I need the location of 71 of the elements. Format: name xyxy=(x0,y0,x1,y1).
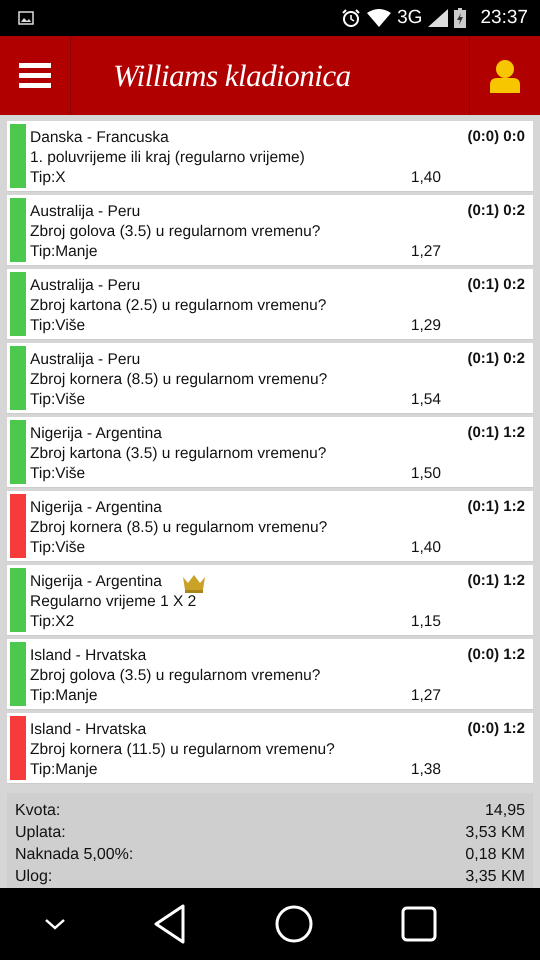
match-name: Australija - Peru xyxy=(30,276,140,296)
summary-label: Kvota: xyxy=(15,801,60,821)
score: (0:1) 1:2 xyxy=(467,498,525,515)
tip: Tip:X2 xyxy=(30,612,74,632)
score: (0:1) 1:2 xyxy=(467,572,525,589)
summary-value: 3,35 KM xyxy=(465,867,525,887)
market-name: Zbroj kornera (11.5) u regularnom vremenu? xyxy=(30,741,335,758)
market-name: Zbroj golova (3.5) u regularnom vremenu? xyxy=(30,667,320,684)
match-name: Australija - Peru xyxy=(30,202,140,222)
match-name: Nigerija - Argentina xyxy=(30,498,162,518)
odds: 1,40 xyxy=(410,538,441,558)
tip: Tip:Više xyxy=(30,390,86,410)
tip: Tip:Manje xyxy=(30,686,98,706)
recents-icon xyxy=(400,906,436,942)
match-name: Danska - Francuska xyxy=(30,128,169,148)
back-button[interactable] xyxy=(152,904,186,944)
score: (0:0) 0:0 xyxy=(467,128,525,145)
menu-icon xyxy=(19,62,51,88)
tip: Tip:Više xyxy=(30,464,86,484)
match-name: Nigerija - Argentina xyxy=(30,424,162,444)
odds: 1,38 xyxy=(410,760,441,780)
score: (0:1) 0:2 xyxy=(467,350,525,367)
match-name: Australija - Peru xyxy=(30,350,140,370)
clock: 23:37 xyxy=(480,7,528,29)
odds: 1,27 xyxy=(410,686,441,706)
network-type: 3G xyxy=(397,7,422,29)
hide-keyboard-button[interactable] xyxy=(44,917,66,931)
wifi-icon xyxy=(367,9,392,27)
match-name: Island - Hrvatska xyxy=(30,646,146,666)
score: (0:1) 0:2 xyxy=(467,202,525,219)
summary-value: 0,18 KM xyxy=(465,845,525,865)
tip: Tip:Više xyxy=(30,538,86,558)
summary-label: Uplata: xyxy=(15,823,66,843)
market-name: Zbroj kartona (3.5) u regularnom vremenu? xyxy=(30,445,326,462)
home-icon xyxy=(274,904,314,944)
odds: 1,40 xyxy=(410,168,441,188)
market-name: Zbroj kartona (2.5) u regularnom vremenu? xyxy=(30,297,326,314)
tip: Tip:Više xyxy=(30,316,86,336)
back-icon xyxy=(152,904,186,944)
image-icon xyxy=(18,11,34,25)
score: (0:1) 1:2 xyxy=(467,424,525,441)
chevron-down-icon xyxy=(44,917,66,931)
tip: Tip:X xyxy=(30,168,66,188)
summary-label: Naknada 5,00%: xyxy=(15,845,134,865)
summary-label: Ulog: xyxy=(15,867,52,887)
user-icon xyxy=(489,58,521,92)
match-name: Island - Hrvatska xyxy=(30,720,146,740)
score: (0:1) 0:2 xyxy=(467,276,525,293)
market-name: Zbroj kornera (8.5) u regularnom vremenu? xyxy=(30,371,328,388)
odds: 1,27 xyxy=(410,242,441,262)
odds: 1,15 xyxy=(410,612,441,632)
odds: 1,29 xyxy=(410,316,441,336)
score: (0:0) 1:2 xyxy=(467,720,525,737)
alarm-icon xyxy=(341,8,362,28)
market-name: Regularno vrijeme 1 X 2 xyxy=(30,593,196,610)
home-button[interactable] xyxy=(274,904,314,944)
market-name: Zbroj kornera (8.5) u regularnom vremenu? xyxy=(30,519,328,536)
market-name: Zbroj golova (3.5) u regularnom vremenu? xyxy=(30,223,320,240)
odds: 1,50 xyxy=(410,464,441,484)
market-name: 1. poluvrijeme ili kraj (regularno vrijeme) xyxy=(30,149,305,166)
battery-icon xyxy=(454,8,466,28)
summary-value: 3,53 KM xyxy=(465,823,525,843)
odds: 1,54 xyxy=(410,390,441,410)
logo: Williams kladionica xyxy=(113,58,351,94)
score: (0:0) 1:2 xyxy=(467,646,525,663)
signal-icon xyxy=(428,9,448,27)
tip: Tip:Manje xyxy=(30,242,98,262)
summary-value: 14,95 xyxy=(484,801,525,821)
tip: Tip:Manje xyxy=(30,760,98,780)
recents-button[interactable] xyxy=(400,906,436,942)
match-name: Nigerija - Argentina xyxy=(30,572,162,592)
